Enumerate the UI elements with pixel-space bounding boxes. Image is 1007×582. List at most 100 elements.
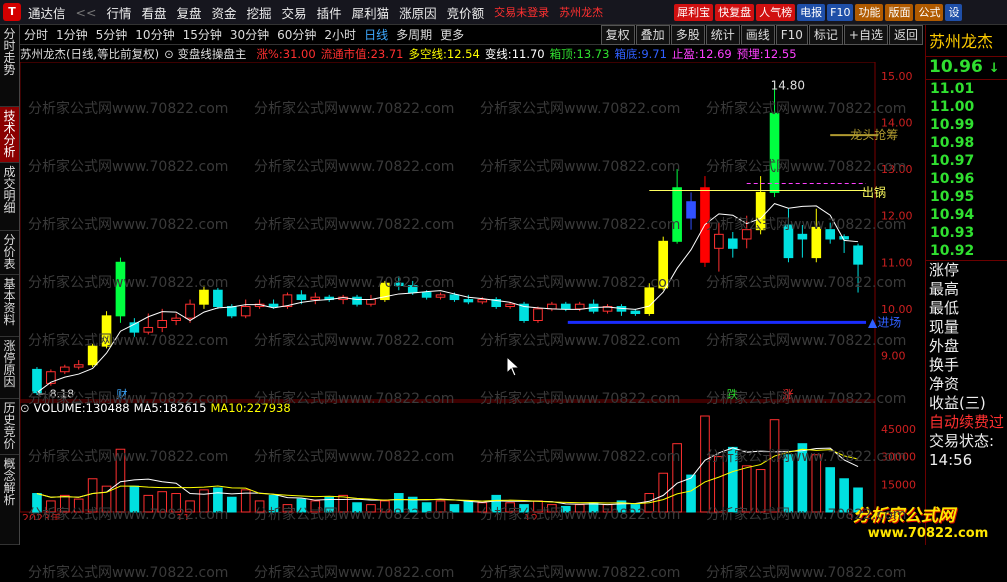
watermark-text: 分析家公式网www.70822.com: [28, 565, 229, 581]
volume-bar: [268, 494, 279, 513]
menu-item[interactable]: 行情: [101, 3, 136, 22]
tool-button[interactable]: 功能: [855, 3, 884, 21]
collapse-button[interactable]: <<: [71, 5, 102, 20]
candle-body: [101, 315, 112, 347]
login-status[interactable]: 交易未登录: [489, 4, 554, 20]
candle-body: [533, 308, 543, 321]
year-label: 2023年: [22, 511, 61, 520]
volume-bar: [533, 500, 543, 513]
left-tab[interactable]: 概念解析: [0, 455, 19, 545]
left-tab[interactable]: 分价表: [0, 231, 19, 275]
quote-info-item: 现量: [929, 318, 960, 336]
chart-tool-button[interactable]: 统计: [705, 25, 740, 45]
period-item[interactable]: 15分钟: [179, 26, 226, 43]
volume-axis-label: 45000: [881, 423, 916, 436]
watermark-text: 分析家公式网www.70822.com: [480, 565, 681, 581]
tool-button[interactable]: 快复盘: [715, 3, 755, 21]
candle-body: [268, 303, 279, 308]
period-item[interactable]: 更多: [436, 26, 468, 43]
candle-body: [199, 289, 209, 305]
chart-tool-button[interactable]: 复权: [600, 25, 635, 45]
chart-tool-button[interactable]: F10: [775, 25, 808, 45]
menu-item[interactable]: 资金: [207, 3, 242, 22]
chuguo-label: 出锅: [862, 185, 886, 200]
left-tab[interactable]: 涨停原因: [0, 337, 19, 399]
left-tab[interactable]: 分时走势: [0, 25, 19, 107]
order-book-price: 10.98: [930, 135, 975, 151]
order-book-price: 11.00: [930, 99, 975, 115]
main-menu: 行情 看盘 复盘 资金 挖掘 交易 插件 犀利猫 涨原因 竞价额: [101, 3, 489, 22]
period-item[interactable]: 30分钟: [226, 26, 273, 43]
chart-tool-button[interactable]: 多股: [670, 25, 705, 45]
month-label: 12: [524, 512, 538, 520]
period-item[interactable]: 60分钟: [273, 26, 320, 43]
menu-item[interactable]: 犀利猫: [347, 3, 395, 22]
left-tab[interactable]: 成交明细: [0, 163, 19, 231]
period-item[interactable]: 5分钟: [92, 26, 132, 43]
order-book-price: 11.01: [930, 81, 975, 97]
tool-button[interactable]: 公式: [915, 3, 944, 21]
order-book-price: 10.92: [930, 243, 975, 259]
candle-body: [839, 236, 849, 240]
chart-tool-button[interactable]: 画线: [740, 25, 775, 45]
candle-body: [366, 299, 376, 305]
period-item[interactable]: 分时: [20, 26, 52, 43]
indicator-value: 多空线:12.54: [408, 47, 480, 61]
quote-info-item: 收益(三): [929, 394, 986, 412]
tool-button[interactable]: 人气榜: [756, 3, 796, 21]
chart-tool-button[interactable]: 叠加: [635, 25, 670, 45]
menu-item[interactable]: 复盘: [172, 3, 207, 22]
price-axis-label: 13.00: [881, 163, 913, 176]
volume-bar: [505, 502, 515, 513]
quote-info-list: 涨停 最高 最低 现量 外盘 换手 净资 收益(三) 自动续费过 交易状态: 14:56: [926, 261, 1007, 470]
candle-body: [714, 233, 724, 249]
menu-item[interactable]: 插件: [312, 3, 347, 22]
tool-button[interactable]: 版面: [885, 3, 914, 21]
candle-body: [477, 299, 488, 303]
left-tab[interactable]: 基本资料: [0, 275, 19, 337]
volume-bar: [393, 493, 404, 513]
menu-item[interactable]: 竞价额: [442, 3, 490, 22]
tool-button[interactable]: 电报: [797, 3, 826, 21]
indicator-value: 流通市值:23.71: [320, 47, 404, 61]
formula-selector[interactable]: ⊙ 变盘线操盘主: [164, 46, 251, 62]
left-tab[interactable]: 技术分析: [0, 107, 19, 163]
order-book-price: 10.99: [930, 117, 975, 133]
price-axis-label: 9.00: [881, 349, 906, 362]
badge-line2: www.70822.com: [867, 526, 989, 541]
volume-bar: [741, 465, 752, 513]
candle-body: [59, 366, 70, 373]
menu-item[interactable]: 交易: [277, 3, 312, 22]
menu-item[interactable]: 挖掘: [242, 3, 277, 22]
candle-body: [686, 201, 696, 219]
tool-button[interactable]: 设: [945, 3, 963, 21]
period-item[interactable]: 10分钟: [131, 26, 178, 43]
period-item[interactable]: 2小时: [320, 26, 360, 43]
price-axis-label: 11.00: [881, 256, 913, 269]
chart-tool-button[interactable]: 标记: [808, 25, 843, 45]
cai-marker: 财: [116, 387, 127, 401]
left-tab[interactable]: 历史竞价: [0, 399, 19, 455]
candle-body: [435, 294, 446, 298]
menu-item[interactable]: 看盘: [136, 3, 171, 22]
volume-bar: [296, 498, 307, 513]
kline-chart[interactable]: 15.0014.0013.0012.0011.0010.009.00450003…: [20, 62, 924, 520]
watermark-text: 分析家公式网www.70822.com: [706, 565, 907, 581]
chart-tool-button[interactable]: +自选: [843, 25, 888, 45]
menu-item[interactable]: 涨原因: [394, 3, 442, 22]
tool-button[interactable]: F10: [827, 3, 854, 21]
chart-tool-button[interactable]: 返回: [888, 25, 923, 45]
app-name: 通达信: [28, 5, 66, 21]
candle-body: [185, 303, 195, 319]
volume-bar: [477, 502, 488, 513]
tool-button[interactable]: 犀利宝: [674, 3, 714, 21]
quote-info-item: 最低: [929, 299, 960, 317]
badge-line1: 分析家公式网: [853, 506, 955, 526]
period-item[interactable]: 多周期: [392, 26, 436, 43]
zhang-marker: 涨: [782, 388, 793, 401]
period-item[interactable]: 日线: [360, 26, 392, 43]
indicator-value: 变线:11.70: [484, 47, 545, 61]
period-item[interactable]: 1分钟: [52, 26, 92, 43]
volume-toggle-icon[interactable]: ⊙: [20, 401, 30, 415]
volume-bar: [547, 504, 557, 513]
